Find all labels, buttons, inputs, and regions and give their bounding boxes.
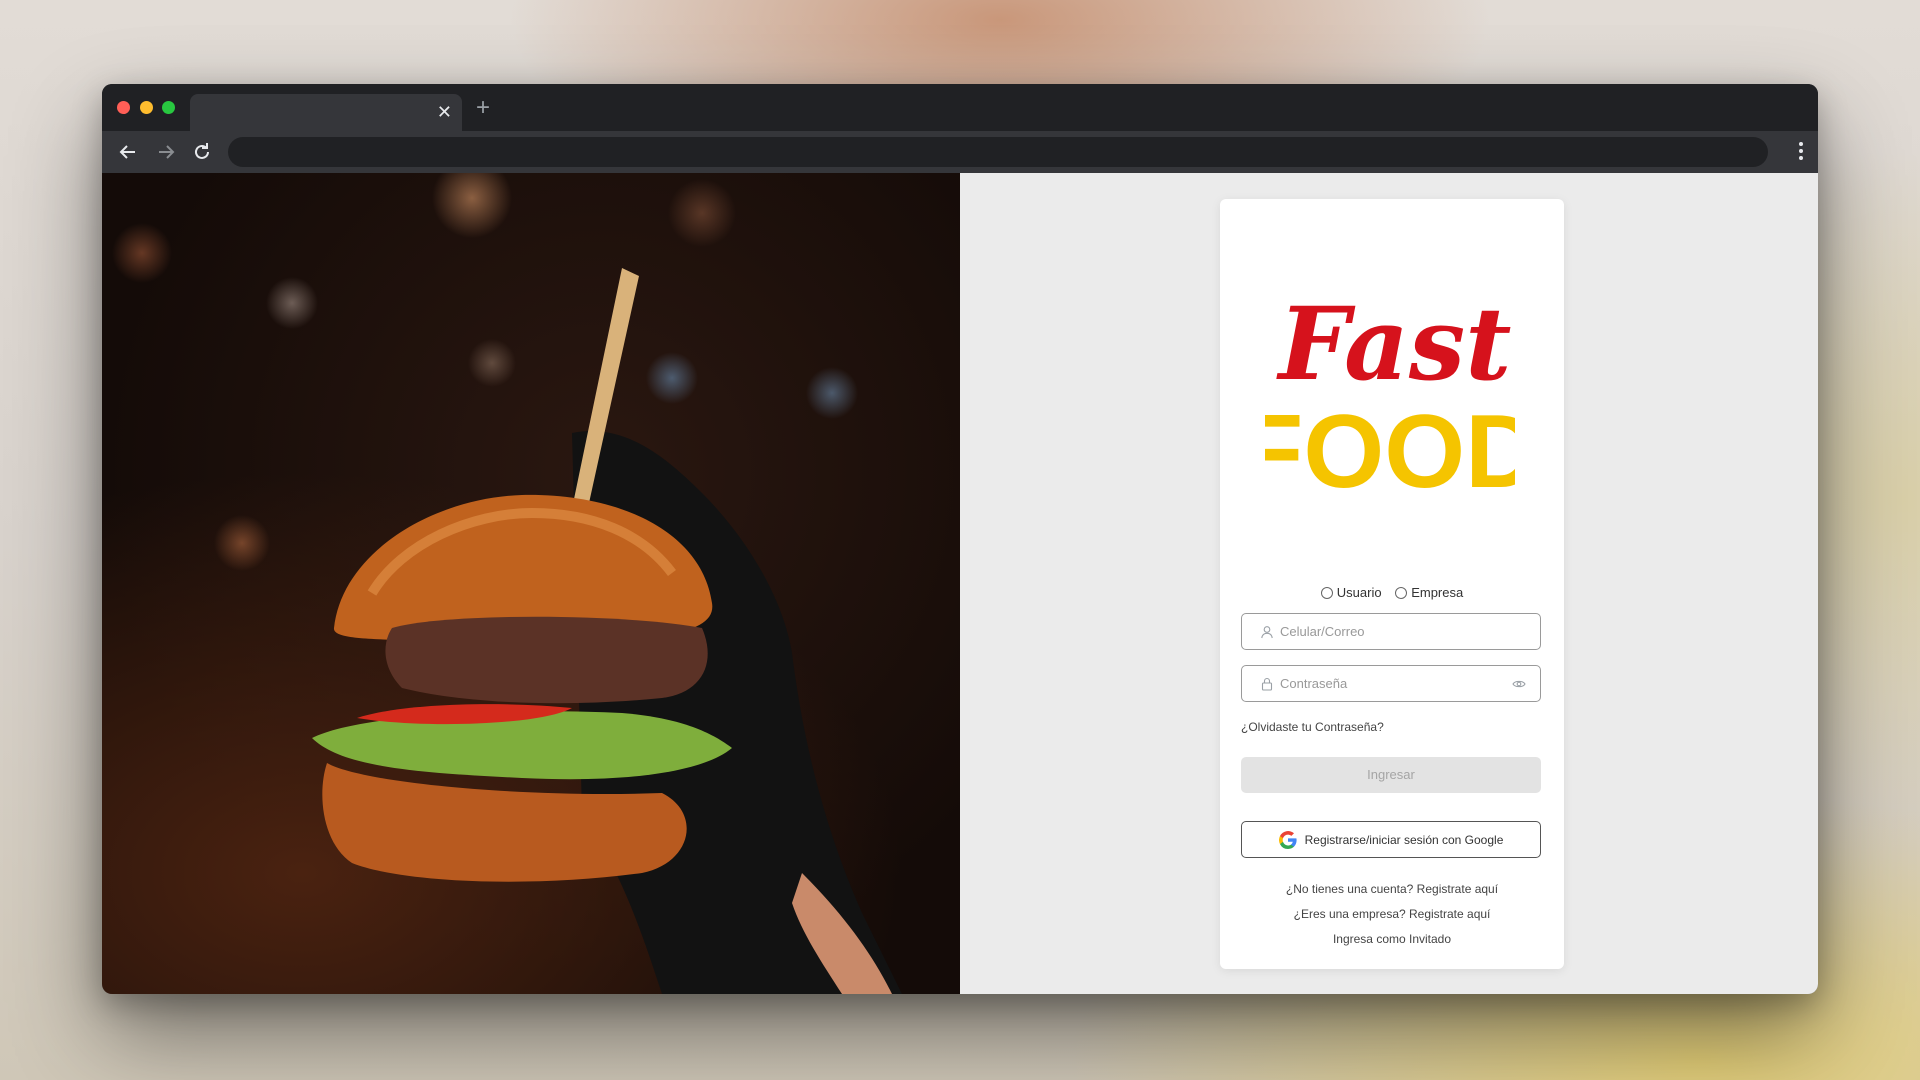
minimize-window-button[interactable] — [140, 101, 153, 114]
new-tab-icon[interactable]: + — [476, 96, 490, 120]
address-bar[interactable] — [228, 137, 1768, 167]
eye-icon[interactable] — [1512, 677, 1526, 691]
logo-block-text: FOOD — [1265, 394, 1515, 509]
google-signin-label: Registrarse/iniciar sesión con Google — [1304, 832, 1504, 847]
register-link[interactable]: ¿No tienes una cuenta? Registrate aquí — [1220, 882, 1564, 896]
tab-bar: ✕ + — [102, 84, 1818, 131]
guest-login-link[interactable]: Ingresa como Invitado — [1220, 932, 1564, 946]
burger-hero-image — [102, 173, 960, 994]
browser-tab[interactable]: ✕ — [190, 94, 462, 131]
close-window-button[interactable] — [117, 101, 130, 114]
google-icon — [1278, 830, 1297, 849]
username-field[interactable] — [1241, 613, 1541, 650]
password-field[interactable] — [1241, 665, 1541, 702]
login-area: Fast FOOD Usuario Empresa Celular/Correo… — [960, 173, 1818, 994]
account-type-radio-group: Usuario Empresa — [1220, 585, 1564, 602]
login-submit-button[interactable]: Ingresar — [1241, 757, 1541, 793]
browser-toolbar — [102, 131, 1818, 173]
radio-empresa-label: Empresa — [1411, 585, 1464, 600]
maximize-window-button[interactable] — [162, 101, 175, 114]
close-tab-icon[interactable]: ✕ — [437, 101, 452, 123]
more-menu-icon[interactable] — [1798, 142, 1804, 162]
reload-icon[interactable] — [190, 140, 214, 164]
page-viewport: Fast FOOD Usuario Empresa Celular/Correo… — [102, 173, 1818, 994]
google-signin-button[interactable]: Registrarse/iniciar sesión con Google — [1241, 821, 1541, 858]
lock-icon — [1261, 677, 1273, 691]
user-icon — [1261, 626, 1273, 639]
back-arrow-icon[interactable] — [116, 140, 140, 164]
business-register-link[interactable]: ¿Eres una empresa? Registrate aquí — [1220, 907, 1564, 921]
fast-food-logo: Fast FOOD — [1265, 285, 1515, 509]
login-card: Fast FOOD Usuario Empresa Celular/Correo… — [1220, 199, 1564, 969]
radio-usuario[interactable]: Usuario — [1320, 585, 1382, 600]
forgot-password-link[interactable]: ¿Olvidaste tu Contraseña? — [1241, 720, 1384, 734]
password-input[interactable] — [1280, 666, 1500, 701]
radio-empresa[interactable]: Empresa — [1395, 585, 1463, 600]
browser-window: ✕ + Fast FOOD Usuario Empresa Celular/Co… — [102, 84, 1818, 994]
forward-arrow-icon[interactable] — [154, 140, 178, 164]
logo-script-text: Fast — [1276, 285, 1512, 403]
burger-illustration — [312, 268, 902, 994]
username-input[interactable] — [1280, 614, 1500, 649]
radio-usuario-label: Usuario — [1336, 585, 1382, 600]
radio-circle-icon[interactable] — [1395, 586, 1408, 599]
radio-circle-icon[interactable] — [1320, 586, 1333, 599]
